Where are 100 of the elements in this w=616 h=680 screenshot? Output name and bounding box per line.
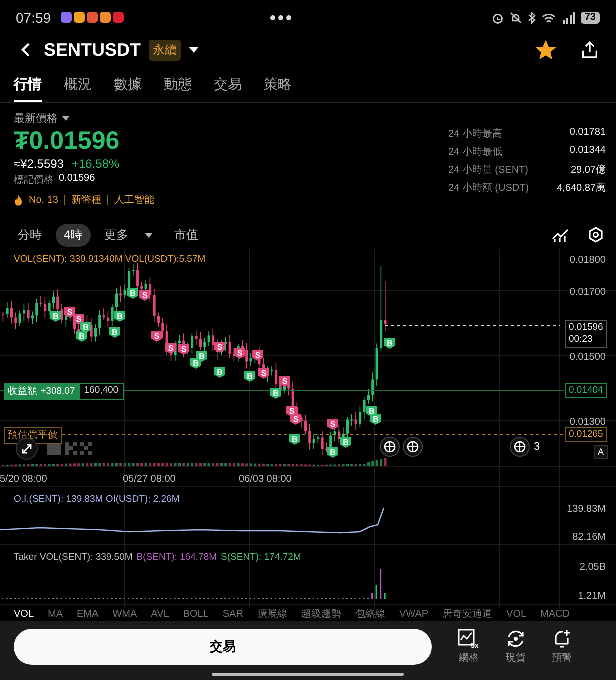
okx-logo [47,442,92,455]
position-pnl-tag[interactable]: 收益額 +308.07 [4,383,80,400]
buy-marker[interactable]: B [50,311,62,322]
globe-event-icon[interactable] [510,437,530,457]
buy-marker[interactable]: B [196,351,208,362]
timeframe-tab[interactable]: 分時 [10,224,50,246]
status-time: 07:59 [16,10,52,26]
share-icon[interactable] [580,40,600,60]
stat-label: 24 小時最低 [448,146,504,159]
indicator-tab[interactable]: VOL [506,609,527,621]
buy-marker[interactable]: B [214,367,226,378]
oi-axis-label: 139.83M [567,504,606,515]
globe-event-icon[interactable] [380,437,400,457]
section-tab[interactable]: 數據 [114,70,142,102]
section-tab[interactable]: 動態 [164,70,192,102]
buy-marker[interactable]: B [76,331,88,342]
dropdown-caret-icon[interactable] [62,116,70,121]
buy-marker[interactable]: B [290,434,300,445]
buy-marker[interactable]: B [110,327,120,338]
timeframe-tab[interactable]: 4時 [56,224,91,246]
taker-sell-legend: S(SENT): 174.72M [221,552,302,563]
sell-marker[interactable]: S [152,331,162,342]
battery-level: 73 [580,12,600,24]
trade-button[interactable]: 交易 [14,629,432,665]
indicator-tab[interactable]: MACD [540,609,570,621]
taker-volume-legend: Taker VOL(SENT): 339.50M [14,552,133,563]
buy-marker[interactable]: B [244,371,256,382]
position-size-tag[interactable]: 160,400 [79,383,124,400]
liquidation-price-tag: 0.01265 [565,427,608,442]
indicator-tab[interactable]: BOLL [183,609,209,621]
sell-marker[interactable]: S [166,343,176,354]
settings-icon[interactable] [588,227,604,243]
date-axis-label: 05/27 08:00 [123,474,176,485]
sell-marker[interactable]: S [214,342,226,353]
section-tab[interactable]: 行情 [14,70,42,102]
buy-marker[interactable]: B [328,447,338,458]
taker-axis-label: 2.05B [580,562,606,573]
token-tag[interactable]: No. 13 [29,194,58,206]
indicator-tab[interactable]: WMA [112,609,138,621]
sell-marker[interactable]: S [178,344,190,355]
buy-marker[interactable]: B [384,338,396,349]
indicator-tab[interactable]: EMA [77,609,99,621]
indicator-tab[interactable]: AVL [151,609,170,621]
buy-marker[interactable]: B [128,288,138,299]
price-label: 最新價格 [14,112,58,126]
section-tab[interactable]: 概況 [64,70,92,102]
indicator-tab[interactable]: 擴展線 [257,609,288,621]
liquidation-price-label: 預估強平價 [4,427,62,444]
last-price: ₮0.01596 [14,126,121,156]
action-button[interactable]: 預警 [552,629,572,665]
globe-event-icon[interactable] [403,437,423,457]
token-tag[interactable]: 人工智能 [114,193,154,207]
sell-marker[interactable]: S [328,419,338,430]
fiat-price: ≈¥2.5593 [14,157,64,171]
buy-marker[interactable]: B [370,414,382,425]
timeframe-tab[interactable]: 市值 [166,224,207,246]
signal-icon [562,12,575,24]
refresh-circle-icon [506,629,526,649]
sell-marker[interactable]: S [234,348,246,359]
more-dots-icon[interactable] [270,15,292,21]
date-axis-label: 06/03 08:00 [239,474,292,485]
timeframe-dropdown[interactable]: 更多 [96,224,161,246]
dropdown-caret-icon[interactable] [189,46,200,54]
indicator-tab[interactable]: SAR [222,609,244,621]
buy-marker[interactable]: B [114,311,126,322]
indicator-tab[interactable]: 包絡線 [355,609,386,621]
event-count: 3 [534,441,540,453]
stat-label: 24 小時額 (USDT) [448,182,530,195]
app-notification-icon [100,12,112,23]
back-icon[interactable] [20,42,32,58]
taker-axis-label: 1.21M [578,591,606,602]
app-notification-icon [113,12,124,23]
date-axis-label: 5/20 08:00 [0,474,48,485]
sell-marker[interactable]: S [258,368,270,379]
sell-marker[interactable]: S [252,350,264,361]
sell-marker[interactable]: S [140,290,150,301]
indicator-tab[interactable]: 超級趨勢 [301,609,342,621]
token-tag[interactable]: 新幣種 [71,193,102,207]
bell-plus-icon [552,629,572,649]
buy-marker[interactable]: B [340,437,352,448]
action-button[interactable]: 現貨 [506,629,526,665]
section-tab[interactable]: 策略 [264,70,292,102]
price-axis-label: 0.01800 [570,255,606,266]
sell-marker[interactable]: S [64,307,76,318]
auto-scale-button[interactable]: A [594,445,608,459]
indicator-tab[interactable]: VWAP [399,609,429,621]
sell-marker[interactable]: S [280,376,290,387]
section-tab[interactable]: 交易 [214,70,242,102]
expand-icon[interactable] [16,438,38,460]
caret-icon [144,232,153,238]
sell-marker[interactable]: S [290,414,302,425]
wifi-icon [542,12,556,24]
indicator-chart-icon[interactable] [552,227,570,243]
buy-marker[interactable]: B [270,388,282,399]
indicator-tab[interactable]: VOL [14,609,34,621]
price-axis-label: 0.01700 [570,287,606,298]
stat-value: 4,640.87萬 [557,182,606,195]
favorite-star-icon[interactable] [536,40,556,60]
stat-label: 24 小時量 (SENT) [448,164,530,177]
indicator-tab[interactable]: MA [48,609,64,621]
